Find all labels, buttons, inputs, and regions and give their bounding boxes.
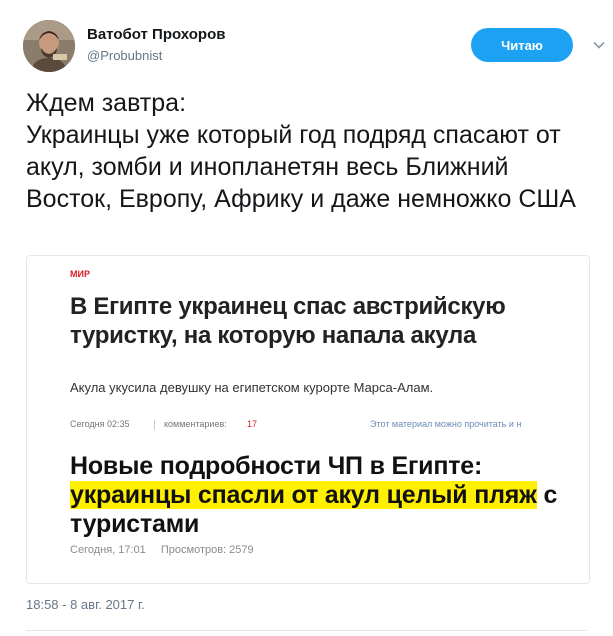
article-card: МИР В Египте украинец спас австрийскую т… [27,256,589,436]
article-lead: Акула укусила девушку на египетском куро… [70,380,434,395]
headline-highlight: украинцы спасли от акул целый пляж [70,481,537,509]
news-time: Сегодня, 17:01 [70,544,146,556]
news-meta: Сегодня, 17:01 Просмотров: 2579 [70,544,266,556]
tweet-media-image[interactable]: МИР В Египте украинец спас австрийскую т… [26,255,590,584]
article-time: Сегодня 02:35 [70,419,130,429]
article-headline: В Египте украинец спас австрийскую турис… [70,293,506,349]
tweet-timestamp[interactable]: 18:58 - 8 авг. 2017 г. [26,597,145,612]
author-handle[interactable]: @Probubnist [87,47,225,65]
tweet-header: Ватобот Прохоров @Probubnist Читаю [23,20,613,72]
news-headline: Новые подробности ЧП в Египте: украинцы … [70,452,570,539]
article-meta: Сегодня 02:35 комментариев: 17 Этот мате… [70,419,589,433]
author-info: Ватобот Прохоров @Probubnist [87,26,225,65]
more-link: Этот материал можно прочитать и н [370,419,522,429]
follow-button[interactable]: Читаю [471,28,573,62]
divider [26,630,587,631]
headline-part1: Новые подробности ЧП в Египте: [70,452,483,480]
tweet-text: Ждем завтра: Украинцы уже который год по… [26,89,576,213]
comments-count: 17 [247,419,258,429]
meta-divider [154,420,155,430]
chevron-down-icon[interactable] [592,38,606,52]
news-views: Просмотров: 2579 [160,544,254,556]
avatar-image [23,20,75,72]
comments-label: комментариев: [164,419,227,429]
avatar[interactable] [23,20,75,72]
author-name[interactable]: Ватобот Прохоров [87,26,225,44]
section-tag: МИР [70,269,90,279]
